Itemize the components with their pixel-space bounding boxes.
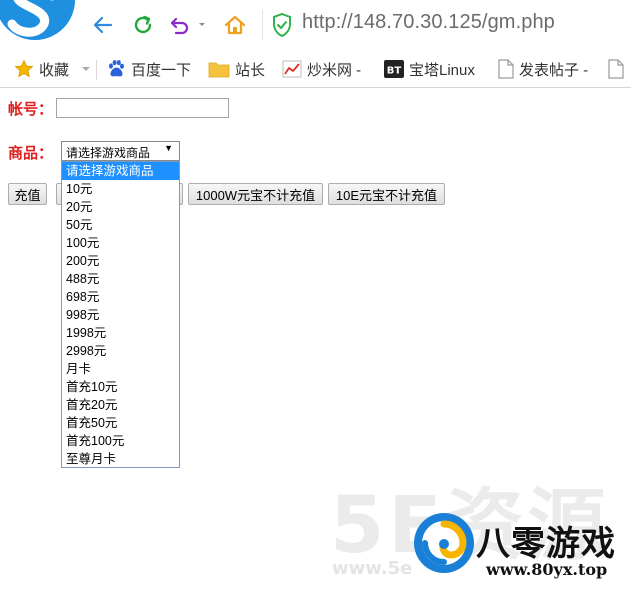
product-option[interactable]: 50元 — [62, 216, 179, 234]
dropdown-arrow-icon: ▼ — [164, 143, 173, 153]
product-option[interactable]: 200元 — [62, 252, 179, 270]
secure-shield-icon — [273, 13, 291, 37]
product-option[interactable]: 首充50元 — [62, 414, 179, 432]
product-option[interactable]: 488元 — [62, 270, 179, 288]
bookmark-label: 炒米网 - — [307, 61, 362, 79]
product-option[interactable]: 2998元 — [62, 342, 179, 360]
account-label: 帐号： — [8, 100, 54, 118]
bookmark-label: 百度一下 — [131, 61, 192, 79]
bookmark-divider — [96, 60, 97, 80]
baidu-paw-icon — [106, 59, 126, 79]
bookmark-zhanzhang[interactable]: 站长 — [208, 58, 265, 80]
bookmarks-bar: 收藏 百度一下 站长 炒米网 - BT 宝塔Linux 发表帖子 - — [0, 50, 631, 88]
product-option[interactable]: 10元 — [62, 180, 179, 198]
bookmark-bt-linux[interactable]: BT 宝塔Linux — [384, 58, 475, 80]
watermark-faded-url: www.5e — [332, 558, 413, 579]
svg-text:BT: BT — [387, 66, 402, 77]
back-arrow-icon — [93, 16, 113, 34]
bt-icon: BT — [384, 59, 404, 79]
star-icon — [14, 59, 34, 79]
back-button[interactable] — [90, 12, 116, 38]
document-icon — [608, 59, 624, 79]
product-option[interactable]: 20元 — [62, 198, 179, 216]
product-option[interactable]: 首充100元 — [62, 432, 179, 450]
brand-swirl-logo-icon — [414, 513, 474, 573]
undo-icon — [170, 17, 205, 35]
bookmark-label: 宝塔Linux — [409, 61, 475, 79]
product-option[interactable]: 至尊月卡 — [62, 450, 179, 467]
bookmark-chaomi[interactable]: 炒米网 - — [282, 58, 361, 80]
product-option[interactable]: 100元 — [62, 234, 179, 252]
product-select-value: 请选择游戏商品 — [66, 146, 151, 160]
bookmark-more[interactable] — [608, 58, 629, 80]
home-button[interactable] — [222, 12, 248, 38]
home-icon — [224, 15, 246, 35]
product-option[interactable]: 月卡 — [62, 360, 179, 378]
undo-close-button[interactable] — [169, 12, 209, 38]
reload-icon — [134, 15, 152, 34]
bookmark-label: 发表帖子 - — [519, 61, 589, 79]
yuanbao-10e-button[interactable]: 10E元宝不计充值 — [328, 183, 445, 205]
product-options-list: 请选择游戏商品 10元 20元 50元 100元 200元 488元 698元 … — [61, 161, 180, 468]
chart-icon — [282, 59, 302, 79]
product-select[interactable]: 请选择游戏商品 ▼ — [61, 141, 180, 161]
product-option[interactable]: 698元 — [62, 288, 179, 306]
browser-window: http://148.70.30.125/gm.php 收藏 百度一下 站长 炒… — [0, 0, 631, 607]
recharge-button[interactable]: 充值 — [8, 183, 47, 205]
brand-name: 八零游戏 — [476, 524, 616, 564]
browser-toolbar: http://148.70.30.125/gm.php — [0, 0, 631, 50]
product-option-selected[interactable]: 请选择游戏商品 — [62, 162, 179, 180]
product-option[interactable]: 1998元 — [62, 324, 179, 342]
brand-url: www.80yx.top — [486, 560, 608, 579]
account-input[interactable] — [56, 98, 229, 118]
toolbar-divider — [262, 10, 263, 40]
bookmark-label: 站长 — [235, 61, 266, 79]
yuanbao-1000w-button[interactable]: 1000W元宝不计充值 — [188, 183, 323, 205]
product-label: 商品： — [8, 144, 54, 162]
bookmark-label: 收藏 — [39, 61, 70, 79]
chevron-down-icon — [82, 67, 91, 71]
product-option[interactable]: 998元 — [62, 306, 179, 324]
bookmark-post[interactable]: 发表帖子 - — [498, 58, 588, 80]
folder-icon — [208, 60, 230, 78]
product-option[interactable]: 首充10元 — [62, 378, 179, 396]
browser-logo-icon — [0, 0, 75, 40]
bookmark-baidu[interactable]: 百度一下 — [106, 58, 191, 80]
address-bar[interactable]: http://148.70.30.125/gm.php — [302, 11, 555, 34]
product-option[interactable]: 首充20元 — [62, 396, 179, 414]
reload-button[interactable] — [130, 12, 156, 38]
document-icon — [498, 59, 514, 79]
bookmark-favorites[interactable]: 收藏 — [14, 58, 91, 80]
